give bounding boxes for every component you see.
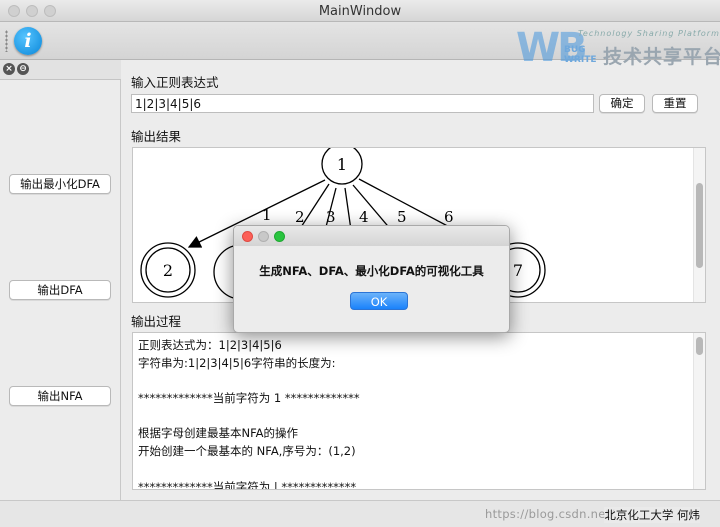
- window-title: MainWindow: [318, 4, 402, 19]
- logo-chinese: 技术共享平台: [603, 46, 720, 68]
- graph-edge-label: 2: [295, 208, 305, 226]
- dialog-message: 生成NFA、DFA、最小化DFA的可视化工具: [259, 264, 484, 278]
- title-bar: MainWindow: [0, 0, 720, 22]
- log-line: *************当前字符为 1 *************: [138, 391, 360, 406]
- toolbar: i WB Technology Sharing Platform BUG WRI…: [0, 22, 720, 70]
- regex-input-label: 输入正则表达式: [131, 75, 219, 90]
- graph-node-label: 1: [337, 155, 347, 174]
- dock-header: × ⊖: [0, 60, 121, 80]
- graph-output-label: 输出结果: [131, 129, 182, 144]
- dialog-close-button[interactable]: [242, 231, 253, 242]
- output-dfa-button[interactable]: 输出DFA: [9, 280, 111, 300]
- toolbar-grip-handle[interactable]: [5, 30, 8, 52]
- regex-input[interactable]: 1|2|3|4|5|6: [131, 94, 594, 113]
- log-line: 开始创建一个最基本的 NFA,序号为：(1,2): [138, 444, 356, 459]
- graph-edge-label: 5: [397, 208, 407, 226]
- left-dock: × ⊖ 输出最小化DFA 输出DFA 输出NFA: [0, 60, 121, 500]
- logo-tagline: Technology Sharing Platform: [578, 29, 720, 38]
- output-min-dfa-button[interactable]: 输出最小化DFA: [9, 174, 111, 194]
- logo-write: WRITE: [564, 55, 597, 65]
- info-icon[interactable]: i: [14, 27, 42, 55]
- logo-bug: BUG: [564, 45, 586, 55]
- graph-scrollbar-thumb[interactable]: [696, 183, 703, 268]
- log-scrollbar-thumb[interactable]: [696, 337, 703, 355]
- log-line: 正则表达式为：1|2|3|4|5|6: [138, 338, 282, 352]
- graph-edge-label: 3: [326, 208, 336, 226]
- main-window: MainWindow i WB Technology Sharing Platf…: [0, 0, 720, 527]
- graph-edge-label: 6: [444, 208, 454, 226]
- dialog-zoom-button[interactable]: [274, 231, 285, 242]
- graph-scrollbar[interactable]: [693, 148, 705, 302]
- status-author: 北京化工大学 何炜: [604, 507, 700, 523]
- output-nfa-button[interactable]: 输出NFA: [9, 386, 111, 406]
- watermark-logo: WB Technology Sharing Platform BUG WRITE…: [516, 26, 720, 82]
- dialog-ok-button[interactable]: OK: [350, 292, 408, 310]
- dock-close-icon[interactable]: ×: [3, 63, 15, 75]
- status-watermark: https://blog.csdn.net/: [485, 507, 615, 521]
- graph-edge-label: 1: [262, 206, 272, 224]
- dock-float-icon[interactable]: ⊖: [17, 63, 29, 75]
- log-line: *************当前字符为 | *************: [138, 479, 357, 490]
- dialog-title-bar: [234, 226, 509, 246]
- log-line: 字符串为:1|2|3|4|5|6字符串的长度为:: [138, 355, 336, 370]
- process-log[interactable]: 正则表达式为：1|2|3|4|5|6 字符串为:1|2|3|4|5|6字符串的长…: [132, 332, 706, 490]
- graph-node-label: 7: [513, 261, 523, 280]
- confirm-button[interactable]: 确定: [599, 94, 645, 113]
- reset-button[interactable]: 重置: [652, 94, 698, 113]
- graph-node-label: 2: [163, 261, 173, 280]
- about-dialog: 生成NFA、DFA、最小化DFA的可视化工具 OK: [233, 225, 510, 333]
- process-output-label: 输出过程: [131, 314, 182, 329]
- log-scrollbar[interactable]: [693, 333, 705, 489]
- graph-edge-label: 4: [359, 208, 369, 226]
- status-bar: https://blog.csdn.net/ 北京化工大学 何炜: [0, 500, 720, 527]
- log-line: 根据字母创建最基本NFA的操作: [138, 426, 299, 441]
- process-log-lines: 正则表达式为：1|2|3|4|5|6 字符串为:1|2|3|4|5|6字符串的长…: [133, 333, 705, 490]
- dialog-minimize-button[interactable]: [258, 231, 269, 242]
